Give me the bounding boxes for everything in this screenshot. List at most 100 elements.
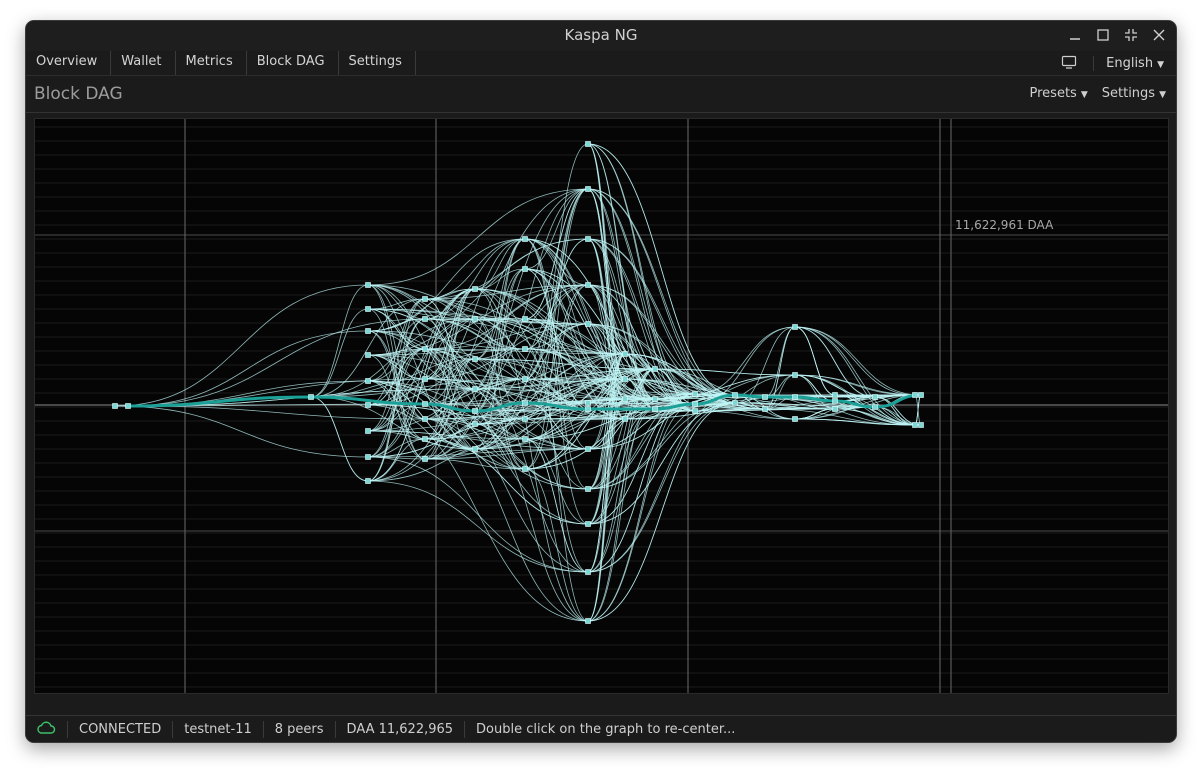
network-label: testnet-11 [173,721,264,738]
dag-block [692,408,698,414]
dag-block [522,466,528,472]
dag-block [832,398,838,404]
dag-block [918,422,924,428]
dag-edge [524,188,589,320]
dag-edge [524,438,589,525]
dag-block [762,394,768,400]
hint-label: Double click on the graph to re-center..… [476,722,736,737]
dag-block [422,376,428,382]
menu-overview[interactable]: Overview [26,51,112,75]
dag-block [585,486,591,492]
dag-block [522,436,528,442]
menu-bar: Overview Wallet Metrics Block DAG Settin… [26,51,1176,76]
dag-block [872,394,878,400]
window-controls [1066,26,1168,46]
dag-edge [310,396,369,482]
dag-block [522,376,528,382]
minimize-icon[interactable] [1066,26,1084,44]
dag-block [652,366,658,372]
maximize-icon[interactable] [1094,26,1112,44]
dag-block [585,321,591,327]
dag-block [365,352,371,358]
connection-status [26,721,68,738]
dag-block [832,406,838,412]
fullscreen-icon[interactable] [1122,26,1140,44]
dag-block [472,421,478,427]
dag-block [522,346,528,352]
app-window: Kaspa NG Overview Wallet Metrics Block D… [25,20,1177,743]
dag-block [912,392,918,398]
dag-edge [524,468,589,622]
dag-block [792,394,798,400]
dag-block [472,386,478,392]
dag-block [732,400,738,406]
connection-label: CONNECTED [68,721,174,738]
block-dag-graph[interactable]: 11,622,961 DAA11,622,840 DAA11,622,880 D… [34,118,1169,708]
dag-block [585,406,591,412]
dag-block [585,446,591,452]
main-menu: Overview Wallet Metrics Block DAG Settin… [26,51,416,75]
dag-block [762,406,768,412]
dag-edge [114,284,369,407]
dag-edges [114,143,922,622]
dag-edge [310,308,369,398]
dag-canvas[interactable]: 11,622,961 DAA11,622,840 DAA11,622,880 D… [35,119,1168,708]
dag-block [585,186,591,192]
monitor-icon[interactable] [1061,54,1077,73]
dag-block [585,282,591,288]
dag-block [585,141,591,147]
presets-label: Presets [1029,86,1077,101]
dag-block [472,408,478,414]
menu-metrics[interactable]: Metrics [176,51,247,75]
dag-block [422,456,428,462]
dag-edge [367,480,589,573]
dag-block [522,266,528,272]
dag-block [308,394,314,400]
presets-dropdown[interactable]: Presets ▼ [1030,86,1088,101]
dag-block [585,569,591,575]
dag-block [472,446,478,452]
peers-label: 8 peers [264,721,336,738]
language-label: English [1106,55,1154,71]
title-bar[interactable]: Kaspa NG [26,21,1176,51]
chevron-down-icon: ▼ [1080,90,1088,100]
page-title: Block DAG [34,84,123,104]
dag-block [522,236,528,242]
dag-block [912,422,918,428]
cloud-icon [36,721,56,739]
dag-block [422,346,428,352]
dag-block [365,402,371,408]
dag-block [622,376,628,382]
dag-block [365,306,371,312]
page-header: Block DAG Presets ▼ Settings ▼ [26,76,1176,113]
dag-block [365,454,371,460]
window-title: Kaspa NG [564,26,638,44]
dag-edge [367,348,426,406]
dag-block [422,401,428,407]
dag-block [365,328,371,334]
settings-dropdown[interactable]: Settings ▼ [1102,86,1166,101]
dag-edge [310,284,369,398]
dag-block [365,478,371,484]
dag-edge [367,456,589,573]
dag-block [472,286,478,292]
language-select[interactable]: English ▼ [1093,55,1164,71]
dag-block [622,351,628,357]
chevron-down-icon: ▼ [1157,59,1164,70]
dag-block [918,392,924,398]
dag-block [472,316,478,322]
dag-block [622,396,628,402]
dag-block [422,316,428,322]
dag-block [522,316,528,322]
chevron-down-icon: ▼ [1159,90,1166,100]
daa-label: DAA 11,622,965 [336,721,466,738]
dag-block [692,401,698,407]
menu-block-dag[interactable]: Block DAG [247,51,339,75]
dag-block [585,236,591,242]
close-icon[interactable] [1150,26,1168,44]
dag-block [522,416,528,422]
dag-block [522,400,528,406]
menu-wallet[interactable]: Wallet [111,51,176,75]
menu-settings[interactable]: Settings [339,51,416,75]
dag-block [585,618,591,624]
